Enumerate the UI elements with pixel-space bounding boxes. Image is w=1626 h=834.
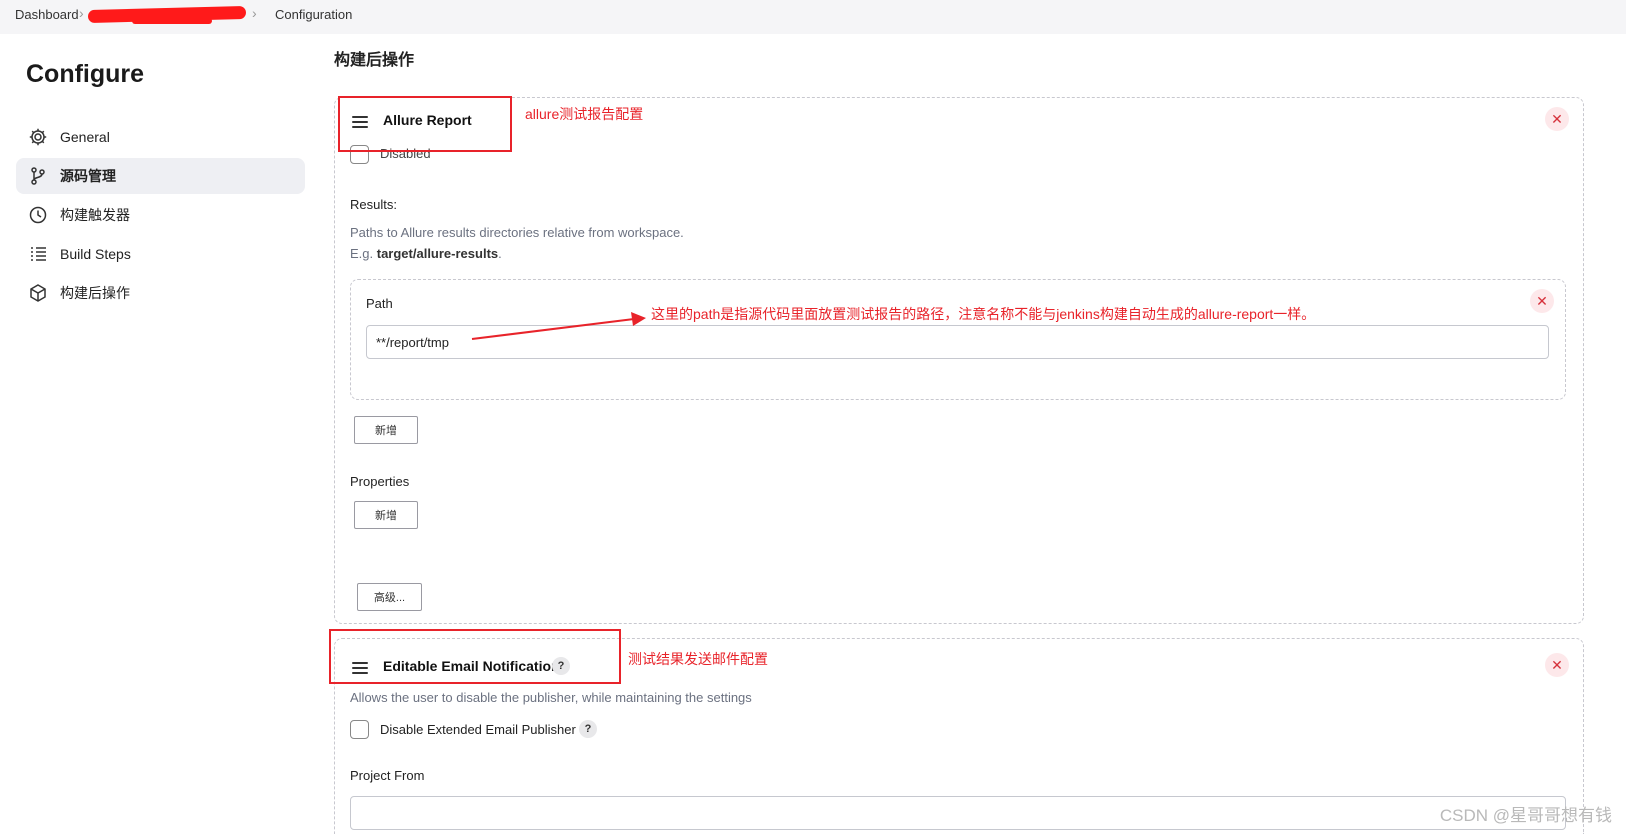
watermark: CSDN @星哥哥想有钱 — [1439, 806, 1612, 825]
annotation-path: 这里的path是指源代码里面放置测试报告的路径，注意名称不能与jenkins构建… — [651, 306, 1316, 322]
annotation-box-email — [329, 629, 621, 684]
annotation-arrow-icon — [471, 312, 646, 340]
annotation-email: 测试结果发送邮件配置 — [628, 651, 768, 667]
